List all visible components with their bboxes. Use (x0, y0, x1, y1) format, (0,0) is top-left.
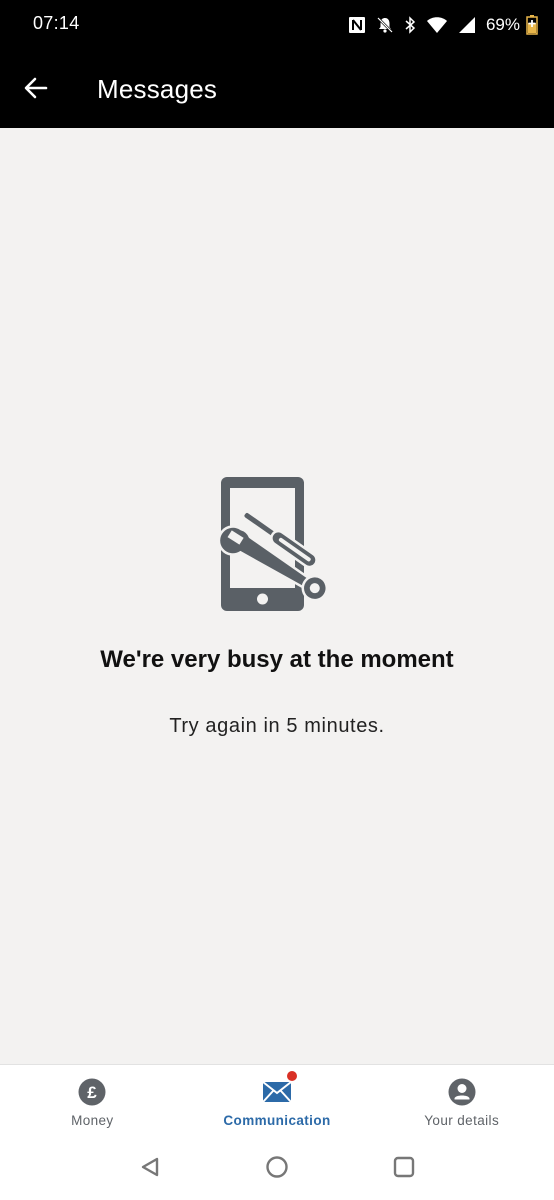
back-triangle-icon (139, 1156, 161, 1183)
recents-square-icon (393, 1156, 415, 1183)
notification-badge (287, 1071, 297, 1081)
system-home-button[interactable] (264, 1155, 290, 1184)
empty-state: We're very busy at the moment Try again … (0, 128, 554, 1064)
status-icons: 69% (348, 13, 538, 37)
cellular-signal-icon (458, 16, 476, 34)
arrow-left-icon (23, 75, 49, 106)
empty-state-message: Try again in 5 minutes. (169, 715, 385, 737)
battery-percent: 69% (485, 15, 520, 34)
page-title: Messages (97, 74, 218, 104)
nav-item-communication[interactable]: Communication (185, 1065, 370, 1140)
home-circle-icon (265, 1155, 289, 1184)
phone-tools-icon (217, 474, 338, 614)
empty-state-headline: We're very busy at the moment (100, 646, 454, 673)
notifications-off-icon (376, 16, 394, 34)
bluetooth-icon (404, 16, 416, 34)
pound-circle-icon: £ (77, 1077, 107, 1107)
nav-label-your-details: Your details (424, 1113, 500, 1128)
app-bar: Messages (0, 50, 554, 128)
svg-text:£: £ (88, 1083, 98, 1102)
nav-item-your-details[interactable]: Your details (369, 1065, 554, 1140)
account-circle-icon (447, 1077, 477, 1107)
status-time: 07:14 (33, 13, 80, 33)
wifi-icon (426, 16, 448, 34)
nav-label-money: Money (71, 1113, 114, 1128)
bottom-nav: £ Money Communication Your details (0, 1064, 554, 1140)
status-bar: 07:14 69% (0, 0, 554, 50)
system-navigation-bar (0, 1140, 554, 1200)
system-recents-button[interactable] (391, 1156, 417, 1182)
nav-item-money[interactable]: £ Money (0, 1065, 185, 1140)
back-button[interactable] (18, 72, 54, 108)
envelope-icon (262, 1071, 297, 1107)
battery-charging-icon (526, 15, 538, 35)
nfc-icon (348, 16, 366, 34)
nav-label-communication: Communication (223, 1113, 331, 1128)
system-back-button[interactable] (137, 1156, 163, 1182)
